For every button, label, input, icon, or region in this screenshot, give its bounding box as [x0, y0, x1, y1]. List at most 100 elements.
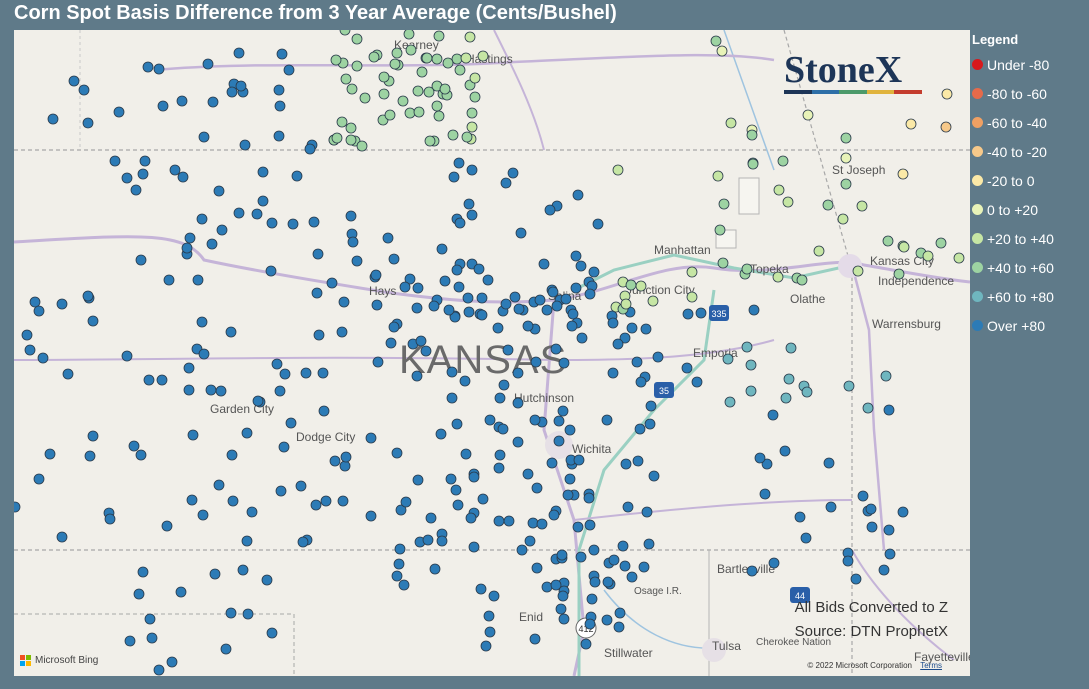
- basis-point[interactable]: [24, 344, 36, 356]
- basis-point[interactable]: [842, 555, 854, 567]
- basis-point[interactable]: [337, 495, 349, 507]
- basis-point[interactable]: [469, 72, 481, 84]
- basis-point[interactable]: [442, 57, 454, 69]
- basis-point[interactable]: [476, 309, 488, 321]
- basis-point[interactable]: [213, 479, 225, 491]
- basis-point[interactable]: [589, 576, 601, 588]
- basis-point[interactable]: [460, 448, 472, 460]
- basis-point[interactable]: [233, 207, 245, 219]
- basis-point[interactable]: [682, 308, 694, 320]
- basis-point[interactable]: [429, 563, 441, 575]
- basis-point[interactable]: [560, 293, 572, 305]
- basis-point[interactable]: [450, 484, 462, 496]
- basis-point[interactable]: [433, 110, 445, 122]
- basis-point[interactable]: [225, 326, 237, 338]
- basis-point[interactable]: [497, 423, 509, 435]
- basis-point[interactable]: [87, 315, 99, 327]
- basis-point[interactable]: [121, 350, 133, 362]
- basis-point[interactable]: [780, 392, 792, 404]
- basis-point[interactable]: [466, 107, 478, 119]
- basis-point[interactable]: [133, 588, 145, 600]
- basis-point[interactable]: [209, 568, 221, 580]
- basis-point[interactable]: [56, 531, 68, 543]
- basis-point[interactable]: [512, 436, 524, 448]
- basis-point[interactable]: [882, 235, 894, 247]
- basis-point[interactable]: [215, 385, 227, 397]
- basis-point[interactable]: [460, 52, 472, 64]
- basis-point[interactable]: [717, 257, 729, 269]
- basis-point[interactable]: [447, 129, 459, 141]
- basis-point[interactable]: [463, 198, 475, 210]
- basis-point[interactable]: [783, 373, 795, 385]
- basis-point[interactable]: [330, 54, 342, 66]
- basis-point[interactable]: [562, 489, 574, 501]
- basis-point[interactable]: [142, 61, 154, 73]
- basis-point[interactable]: [336, 116, 348, 128]
- legend-item[interactable]: +40 to +60: [972, 253, 1087, 282]
- basis-point[interactable]: [14, 501, 21, 513]
- basis-point[interactable]: [850, 573, 862, 585]
- basis-point[interactable]: [431, 100, 443, 112]
- basis-point[interactable]: [513, 303, 525, 315]
- basis-point[interactable]: [153, 664, 165, 676]
- basis-point[interactable]: [113, 106, 125, 118]
- basis-point[interactable]: [411, 370, 423, 382]
- basis-point[interactable]: [880, 370, 892, 382]
- basis-point[interactable]: [368, 51, 380, 63]
- basis-point[interactable]: [359, 92, 371, 104]
- basis-point[interactable]: [239, 139, 251, 151]
- basis-point[interactable]: [716, 45, 728, 57]
- basis-point[interactable]: [551, 300, 563, 312]
- basis-point[interactable]: [297, 536, 309, 548]
- basis-point[interactable]: [388, 253, 400, 265]
- basis-point[interactable]: [884, 548, 896, 560]
- basis-point[interactable]: [463, 306, 475, 318]
- terms-link[interactable]: Terms: [920, 661, 942, 670]
- basis-point[interactable]: [257, 195, 269, 207]
- basis-point[interactable]: [29, 296, 41, 308]
- basis-point[interactable]: [274, 385, 286, 397]
- basis-point[interactable]: [488, 590, 500, 602]
- basis-point[interactable]: [620, 298, 632, 310]
- basis-points-layer[interactable]: [14, 30, 970, 676]
- basis-point[interactable]: [524, 535, 536, 547]
- legend-item[interactable]: +20 to +40: [972, 224, 1087, 253]
- basis-point[interactable]: [584, 618, 596, 630]
- legend-item[interactable]: -20 to 0: [972, 166, 1087, 195]
- basis-point[interactable]: [220, 643, 232, 655]
- basis-point[interactable]: [822, 199, 834, 211]
- basis-point[interactable]: [177, 171, 189, 183]
- basis-point[interactable]: [522, 320, 534, 332]
- basis-point[interactable]: [453, 281, 465, 293]
- basis-point[interactable]: [741, 341, 753, 353]
- basis-point[interactable]: [207, 96, 219, 108]
- basis-point[interactable]: [448, 171, 460, 183]
- basis-point[interactable]: [856, 200, 868, 212]
- basis-point[interactable]: [516, 544, 528, 556]
- basis-point[interactable]: [813, 245, 825, 257]
- basis-point[interactable]: [213, 185, 225, 197]
- basis-point[interactable]: [572, 189, 584, 201]
- basis-point[interactable]: [592, 218, 604, 230]
- basis-point[interactable]: [274, 100, 286, 112]
- basis-point[interactable]: [257, 166, 269, 178]
- basis-point[interactable]: [287, 218, 299, 230]
- basis-point[interactable]: [800, 532, 812, 544]
- basis-point[interactable]: [347, 236, 359, 248]
- basis-point[interactable]: [461, 131, 473, 143]
- basis-point[interactable]: [897, 506, 909, 518]
- basis-point[interactable]: [468, 541, 480, 553]
- basis-point[interactable]: [278, 441, 290, 453]
- basis-point[interactable]: [121, 172, 133, 184]
- basis-point[interactable]: [128, 440, 140, 452]
- basis-point[interactable]: [226, 86, 238, 98]
- basis-point[interactable]: [645, 400, 657, 412]
- basis-point[interactable]: [512, 397, 524, 409]
- basis-point[interactable]: [144, 613, 156, 625]
- basis-point[interactable]: [169, 164, 181, 176]
- basis-point[interactable]: [725, 117, 737, 129]
- basis-point[interactable]: [452, 499, 464, 511]
- basis-point[interactable]: [632, 455, 644, 467]
- basis-point[interactable]: [898, 241, 910, 253]
- basis-point[interactable]: [503, 515, 515, 527]
